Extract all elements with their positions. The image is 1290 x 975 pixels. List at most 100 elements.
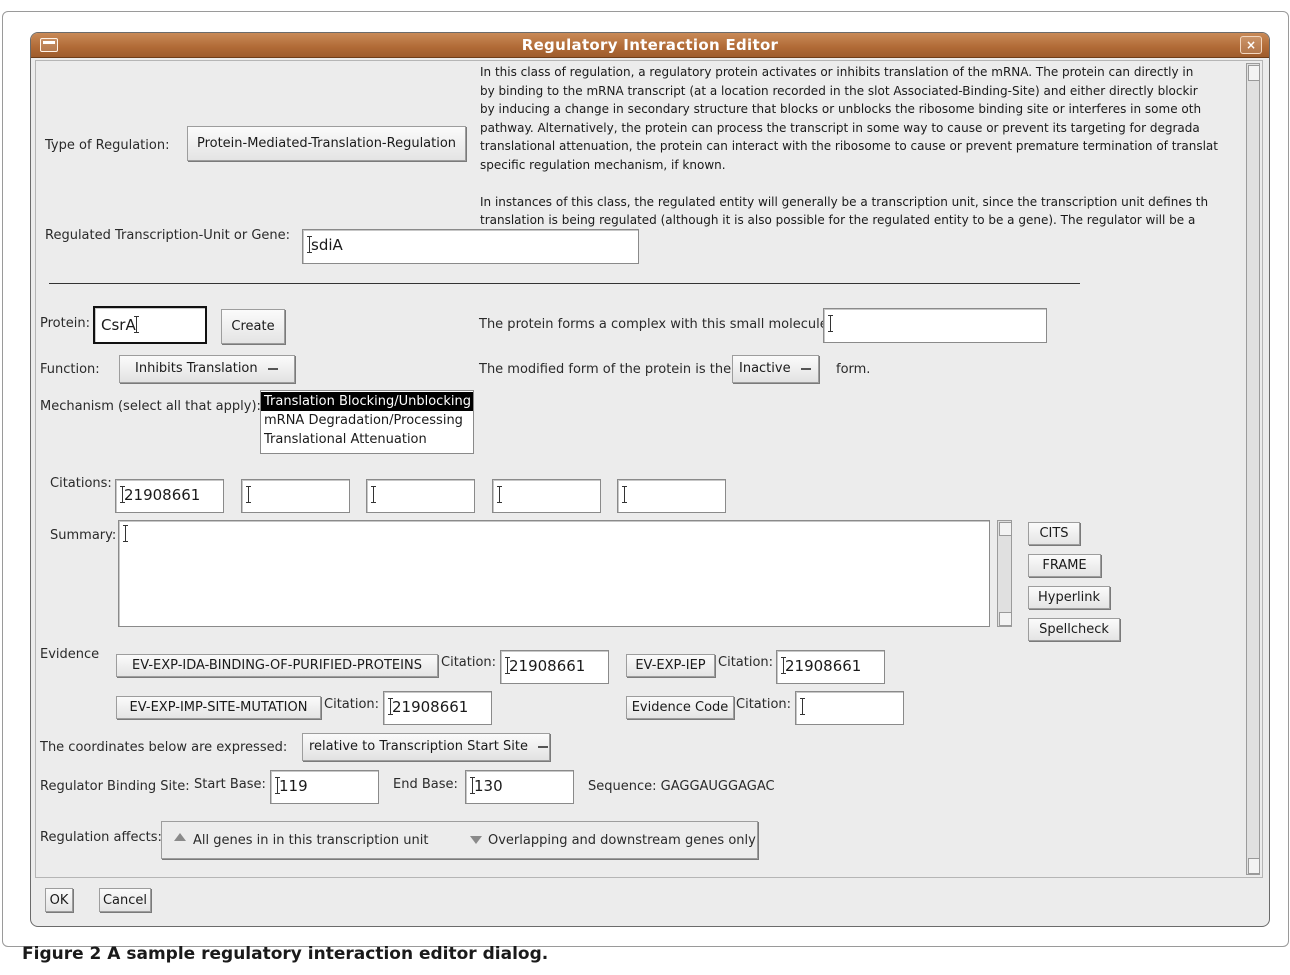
description-line: specific regulation mechanism, if known. — [480, 157, 726, 172]
window-title: Regulatory Interaction Editor — [521, 36, 779, 54]
evidence-code-button[interactable]: Evidence Code — [626, 696, 734, 719]
end-base-input[interactable]: 130 — [465, 770, 574, 804]
citations-label: Citations: — [50, 476, 112, 491]
function-label: Function: — [40, 362, 100, 377]
modified-form-dropdown[interactable]: Inactive — [732, 355, 819, 383]
scroll-down-arrow-icon[interactable] — [999, 612, 1012, 626]
binding-site-label: Regulator Binding Site: — [40, 779, 190, 794]
figure-caption: Figure 2 A sample regulatory interaction… — [22, 944, 548, 964]
mechanism-label: Mechanism (select all that apply): — [40, 399, 261, 414]
protein-label: Protein: — [40, 316, 90, 331]
dropdown-indicator-icon — [267, 367, 278, 370]
description-line: In instances of this class, the regulate… — [480, 194, 1209, 209]
citation-input-2[interactable] — [241, 479, 350, 513]
editor-window: Regulatory Interaction Editor × Type of … — [30, 32, 1270, 927]
evidence-code-button[interactable]: EV-EXP-IDA-BINDING-OF-PURIFIED-PROTEINS — [116, 654, 438, 677]
text-cursor-icon — [800, 698, 805, 715]
ok-button[interactable]: OK — [45, 888, 73, 912]
description-line: pathway. Alternatively, the protein can … — [480, 120, 1200, 135]
radio-selected-icon[interactable] — [174, 833, 186, 841]
text-cursor-icon — [371, 486, 376, 503]
description-line — [480, 174, 1243, 193]
type-of-regulation-label: Type of Regulation: — [45, 138, 170, 153]
dropdown-indicator-icon — [800, 367, 811, 370]
small-molecule-input[interactable] — [823, 308, 1047, 343]
start-base-input[interactable]: 119 — [270, 770, 379, 804]
modified-form-suffix: form. — [836, 362, 871, 377]
regulation-description: In this class of regulation, a regulator… — [480, 63, 1243, 233]
regulation-affects-label: Regulation affects: — [40, 830, 162, 845]
mechanism-option[interactable]: Translational Attenuation — [261, 430, 473, 449]
editor-scrollbar[interactable] — [1246, 63, 1260, 875]
text-cursor-icon — [133, 316, 139, 333]
radio-option-all-genes[interactable]: All genes in in this transcription unit — [193, 833, 428, 848]
description-line: translation is being regulated (although… — [480, 213, 1196, 227]
regulation-affects-group: All genes in in this transcription unit … — [161, 821, 758, 859]
small-molecule-label: The protein forms a complex with this sm… — [479, 317, 833, 332]
cancel-button[interactable]: Cancel — [99, 888, 151, 912]
scroll-up-arrow-icon[interactable] — [1248, 65, 1260, 81]
evidence-citation-label: Citation: — [324, 697, 380, 712]
summary-scrollbar[interactable] — [997, 520, 1012, 627]
create-protein-button[interactable]: Create — [221, 309, 285, 344]
evidence-citation-label: Citation: — [718, 655, 774, 670]
function-dropdown[interactable]: Inhibits Translation — [119, 355, 295, 383]
frame-button[interactable]: FRAME — [1028, 554, 1101, 577]
citation-input-5[interactable] — [617, 479, 726, 513]
editor-content: Type of Regulation: Protein-Mediated-Tra… — [35, 60, 1263, 878]
spellcheck-button[interactable]: Spellcheck — [1028, 618, 1120, 641]
evidence-code-button[interactable]: EV-EXP-IEP — [626, 654, 715, 677]
description-line: by binding to the mRNA transcript (at a … — [480, 83, 1198, 98]
evidence-code-button[interactable]: EV-EXP-IMP-SITE-MUTATION — [116, 696, 321, 719]
text-cursor-icon — [828, 315, 833, 332]
text-cursor-icon — [505, 657, 510, 674]
radio-option-downstream[interactable]: Overlapping and downstream genes only — [488, 833, 756, 848]
text-cursor-icon — [120, 486, 125, 503]
description-line: translational attenuation, the protein c… — [480, 139, 1218, 153]
text-cursor-icon — [497, 486, 502, 503]
summary-label: Summary: — [50, 528, 117, 543]
text-cursor-icon — [246, 486, 251, 503]
text-cursor-icon — [275, 777, 280, 794]
end-base-label: End Base: — [393, 777, 458, 792]
evidence-citation-input[interactable]: 21908661 — [383, 691, 492, 725]
evidence-citation-input[interactable]: 21908661 — [500, 650, 609, 684]
sequence-text: Sequence: GAGGAUGGAGAC — [588, 779, 775, 794]
summary-textarea[interactable] — [118, 520, 990, 627]
evidence-citation-label: Citation: — [441, 655, 497, 670]
close-icon[interactable]: × — [1240, 36, 1262, 54]
start-base-label: Start Base: — [194, 777, 266, 792]
mechanism-option[interactable]: Translation Blocking/Unblocking — [261, 392, 473, 411]
mechanism-option[interactable]: mRNA Degradation/Processing — [261, 411, 473, 430]
cits-button[interactable]: CITS — [1028, 522, 1080, 545]
scroll-down-arrow-icon[interactable] — [1248, 858, 1260, 874]
text-cursor-icon — [622, 486, 627, 503]
regulation-type-button[interactable]: Protein-Mediated-Translation-Regulation — [187, 126, 466, 161]
citation-input-1[interactable]: 21908661 — [115, 479, 224, 513]
protein-input[interactable]: CsrA — [93, 306, 207, 344]
text-cursor-icon — [781, 657, 786, 674]
coordinates-label: The coordinates below are expressed: — [40, 740, 288, 755]
mechanism-listbox[interactable]: Translation Blocking/Unblocking mRNA Deg… — [260, 390, 474, 454]
dropdown-indicator-icon — [537, 745, 548, 748]
citation-input-4[interactable] — [492, 479, 601, 513]
description-line: by inducing a change in secondary struct… — [480, 102, 1202, 116]
scroll-up-arrow-icon[interactable] — [999, 522, 1012, 536]
text-cursor-icon — [307, 236, 312, 253]
regulated-entity-label: Regulated Transcription-Unit or Gene: — [45, 228, 291, 243]
evidence-citation-label: Citation: — [736, 697, 792, 712]
regulated-entity-input[interactable]: sdiA — [302, 229, 639, 264]
evidence-citation-input[interactable]: 21908661 — [776, 650, 885, 684]
window-titlebar[interactable]: Regulatory Interaction Editor × — [31, 33, 1269, 58]
caption-prefix: Figure 2 — [22, 944, 102, 964]
evidence-label: Evidence — [40, 647, 100, 662]
citation-input-3[interactable] — [366, 479, 475, 513]
text-cursor-icon — [123, 525, 128, 542]
text-cursor-icon — [388, 698, 393, 715]
evidence-citation-input[interactable] — [795, 691, 904, 725]
text-cursor-icon — [470, 777, 475, 794]
radio-unselected-icon[interactable] — [470, 836, 482, 844]
coordinates-dropdown[interactable]: relative to Transcription Start Site — [302, 733, 550, 761]
hyperlink-button[interactable]: Hyperlink — [1028, 586, 1110, 609]
description-line: In this class of regulation, a regulator… — [480, 65, 1194, 79]
